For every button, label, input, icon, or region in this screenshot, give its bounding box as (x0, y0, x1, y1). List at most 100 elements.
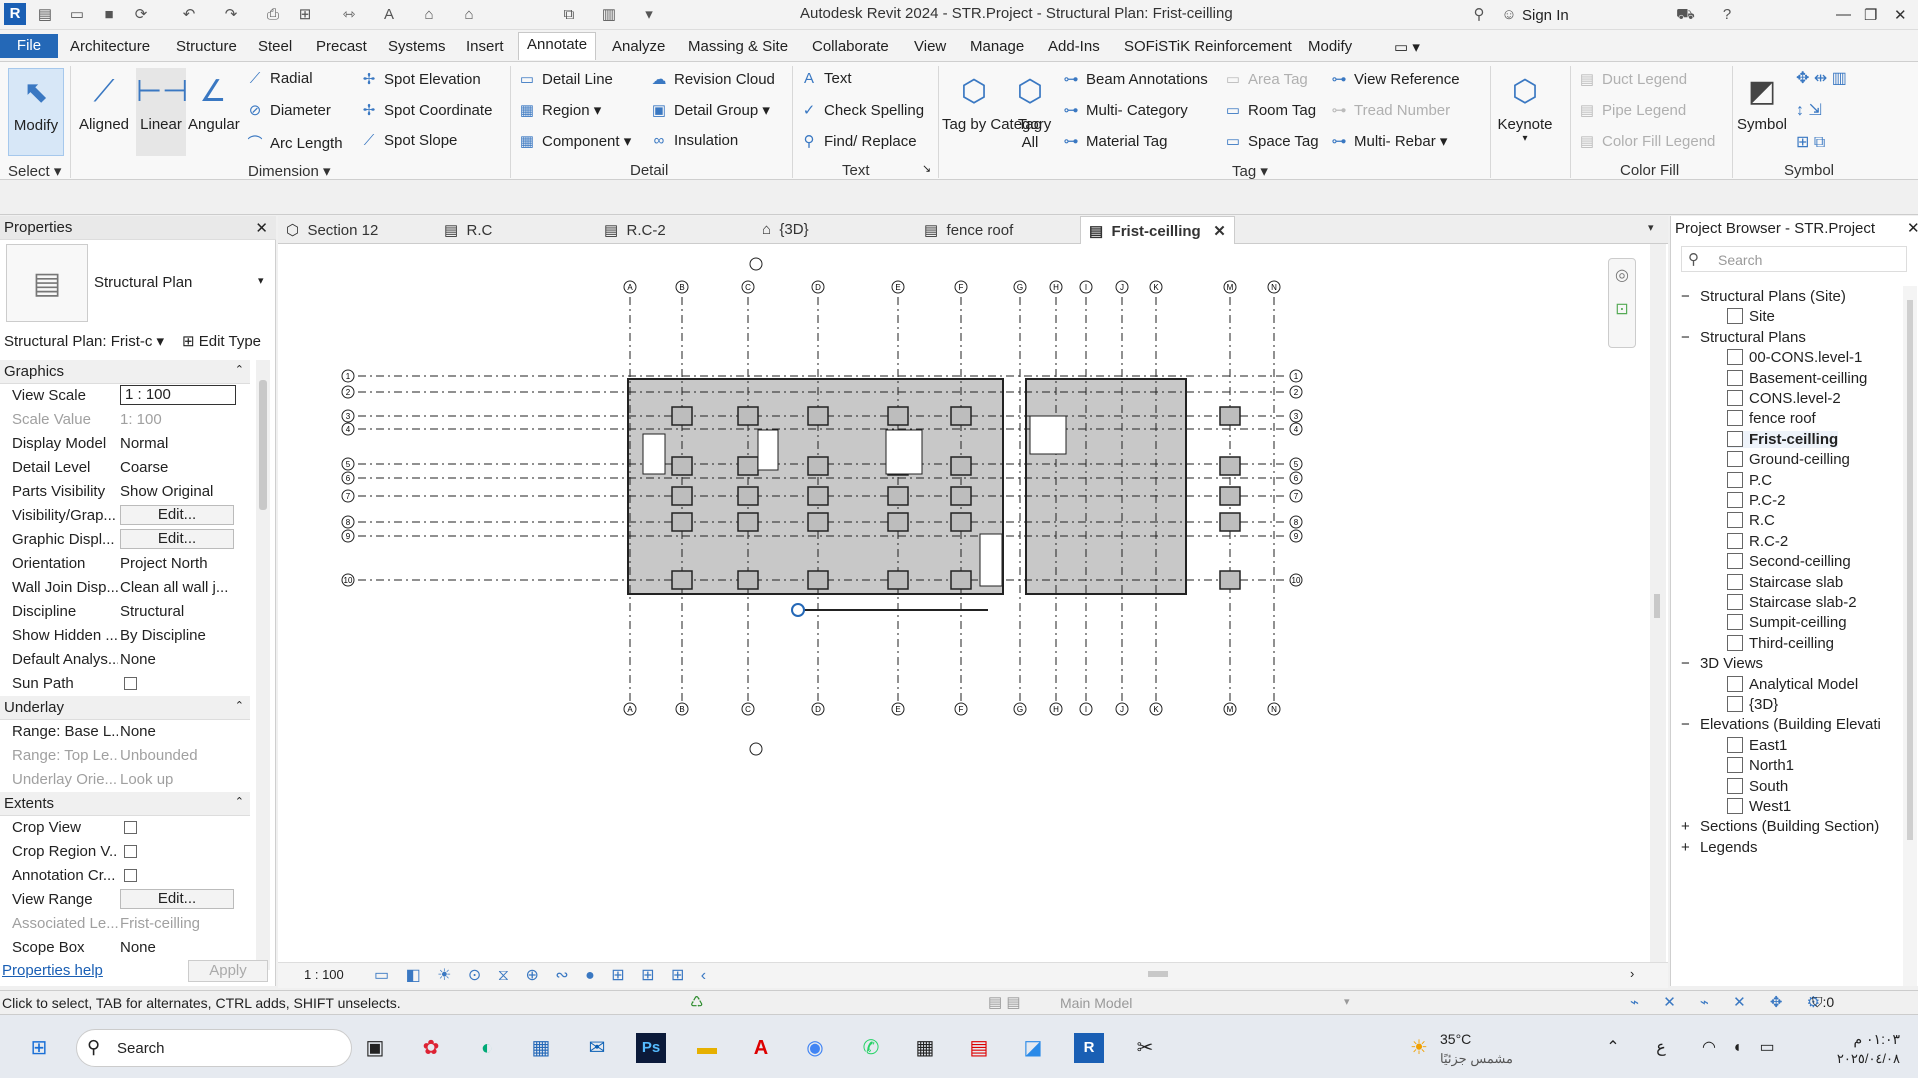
property-checkbox[interactable] (124, 845, 137, 858)
property-row[interactable]: Show Hidden ... By Discipline (0, 624, 250, 648)
symbol-button[interactable]: ◩ Symbol (1736, 68, 1788, 133)
diameter-button[interactable]: ⊘ Diameter (246, 101, 331, 119)
instance-selector[interactable]: Structural Plan: Frist-c ▾ (4, 332, 174, 354)
region-button[interactable]: ▦ Region ▾ (518, 101, 601, 119)
browser-item[interactable]: Ground-ceilling (1727, 451, 1850, 468)
column[interactable] (887, 406, 909, 426)
column[interactable] (737, 570, 759, 590)
property-row[interactable]: Parts Visibility Show Original (0, 480, 250, 504)
column[interactable] (950, 512, 972, 532)
column[interactable] (807, 456, 829, 476)
detail-group-button[interactable]: ▣ Detail Group ▾ (650, 101, 770, 119)
wifi-icon[interactable]: ◠ (1694, 1033, 1724, 1063)
browser-item[interactable]: North1 (1727, 757, 1794, 774)
edge-icon[interactable]: ◐ (472, 1033, 502, 1063)
browser-item[interactable]: South (1727, 777, 1788, 795)
linear-dimension-button[interactable]: ⊢⊣ Linear (136, 68, 188, 156)
underlay-section[interactable]: Underlay ⌃ (0, 696, 250, 720)
revision-cloud-button[interactable]: ☁ Revision Cloud (650, 70, 775, 88)
browser-search-input[interactable]: ⚲ Search (1681, 246, 1907, 272)
tray-chevron-icon[interactable]: ⌃ (1598, 1033, 1628, 1063)
column[interactable] (1219, 486, 1241, 506)
angular-dimension-button[interactable]: ∠ Angular (188, 68, 240, 133)
tab-manage[interactable]: Manage (962, 35, 1032, 58)
file-explorer-icon[interactable]: ▬ (692, 1033, 722, 1063)
store-icon[interactable]: ▦ (526, 1033, 556, 1063)
property-value[interactable]: 1 : 100 (120, 385, 236, 405)
property-row[interactable]: View Scale 1 : 100 (0, 384, 250, 408)
property-row[interactable]: Crop View (0, 816, 250, 840)
property-row[interactable]: Default Analys... None (0, 648, 250, 672)
property-row[interactable]: Annotation Cr... (0, 864, 250, 888)
column[interactable] (950, 486, 972, 506)
volume-icon[interactable]: ◖ (1722, 1033, 1752, 1063)
browser-item[interactable]: fence roof (1727, 410, 1816, 427)
close-tab-icon[interactable]: ✕ (1213, 223, 1226, 240)
slab-opening[interactable] (1029, 415, 1067, 455)
close-hidden-icon[interactable]: ⧉ (560, 6, 578, 24)
tag-all-button[interactable]: ⬡ Tag All (1004, 68, 1056, 152)
column[interactable] (1219, 406, 1241, 426)
copilot-icon[interactable]: ✿ (416, 1033, 446, 1063)
spot-slope-button[interactable]: ⟋ Spot Slope (360, 132, 458, 149)
tab-architecture[interactable]: Architecture (62, 35, 158, 58)
property-row[interactable]: Graphic Displ... Edit... (0, 528, 250, 552)
browser-item[interactable]: Staircase slab-2 (1727, 594, 1857, 611)
property-checkbox[interactable] (124, 869, 137, 882)
browser-item[interactable]: Second-ceilling (1727, 553, 1851, 570)
column[interactable] (671, 512, 693, 532)
canvas-vertical-scrollbar[interactable] (1650, 244, 1666, 964)
canvas-horizontal-scrollbar[interactable] (638, 971, 1638, 979)
column[interactable] (807, 512, 829, 532)
tag-group-label[interactable]: Tag ▾ (1232, 162, 1268, 180)
snipping-icon[interactable]: ✂ (1130, 1033, 1160, 1063)
edit-button[interactable]: Edit... (120, 889, 234, 909)
column[interactable] (737, 406, 759, 426)
browser-item[interactable]: {3D} (1727, 696, 1778, 713)
edit-button[interactable]: Edit... (120, 529, 234, 549)
slab-opening[interactable] (885, 429, 923, 475)
property-row[interactable]: Crop Region V... (0, 840, 250, 864)
close-browser-icon[interactable]: ✕ (1907, 219, 1918, 237)
property-row[interactable]: Orientation Project North (0, 552, 250, 576)
help-icon[interactable]: ? (1718, 6, 1736, 24)
span-direction-icon[interactable]: ✥ ⇹ ▥ (1796, 68, 1847, 88)
column[interactable] (737, 486, 759, 506)
browser-item[interactable]: Third-ceilling (1727, 634, 1834, 652)
text-dialog-launcher-icon[interactable]: ↘ (922, 162, 931, 175)
tag-by-category-button[interactable]: ⬡ Tag by Category (942, 68, 1051, 134)
edit-type-button[interactable]: ⊞ Edit Type (182, 332, 261, 350)
view-reference-button[interactable]: ⊶ View Reference (1330, 70, 1460, 88)
tab-massing-site[interactable]: Massing & Site (680, 35, 796, 58)
room-tag-button[interactable]: ▭ Room Tag (1224, 101, 1316, 119)
column[interactable] (671, 406, 693, 426)
photos-icon[interactable]: ◪ (1018, 1033, 1048, 1063)
browser-item[interactable]: Site (1727, 308, 1775, 325)
windows-start-icon[interactable]: ⊞ (24, 1033, 54, 1063)
whatsapp-icon[interactable]: ✆ (856, 1033, 886, 1063)
spot-coordinate-button[interactable]: ✢ Spot Coordinate (360, 101, 493, 119)
browser-item[interactable]: − 3D Views (1681, 655, 1763, 672)
3d-view-icon[interactable]: ⌂ (460, 6, 478, 24)
property-row[interactable]: Range: Top Le... Unbounded (0, 744, 250, 768)
customize-qat-icon[interactable]: ▾ (640, 6, 658, 24)
chrome-icon[interactable]: ◉ (800, 1033, 830, 1063)
tab-section-12[interactable]: ⬡ Section 12 (286, 221, 378, 239)
browser-item[interactable]: Frist-ceilling (1727, 430, 1839, 448)
measure-icon[interactable]: ⊞ (296, 6, 314, 24)
browser-item[interactable]: Analytical Model (1727, 675, 1858, 693)
properties-scrollbar[interactable] (256, 360, 270, 970)
property-row[interactable]: Discipline Structural (0, 600, 250, 624)
contextual-toggle-icon[interactable]: ▭ ▾ (1386, 35, 1428, 59)
browser-item[interactable]: − Structural Plans (Site) (1681, 288, 1846, 305)
extents-section[interactable]: Extents ⌃ (0, 792, 250, 816)
revit-taskbar-icon[interactable]: R (1074, 1033, 1104, 1063)
browser-item[interactable]: Sumpit-ceilling (1727, 614, 1847, 631)
slab-opening[interactable] (757, 429, 779, 471)
zoom-icon[interactable]: ⊡ (1609, 299, 1635, 319)
sync-icon[interactable]: ⟳ (132, 6, 150, 24)
selection-filter-icons[interactable]: ⌁ ✕ ⌁ ✕ ✥ ⚙ (1630, 993, 1830, 1011)
dimension-icon[interactable]: ⇿ (340, 6, 358, 24)
column[interactable] (887, 570, 909, 590)
revit-logo-icon[interactable]: R (4, 3, 26, 25)
